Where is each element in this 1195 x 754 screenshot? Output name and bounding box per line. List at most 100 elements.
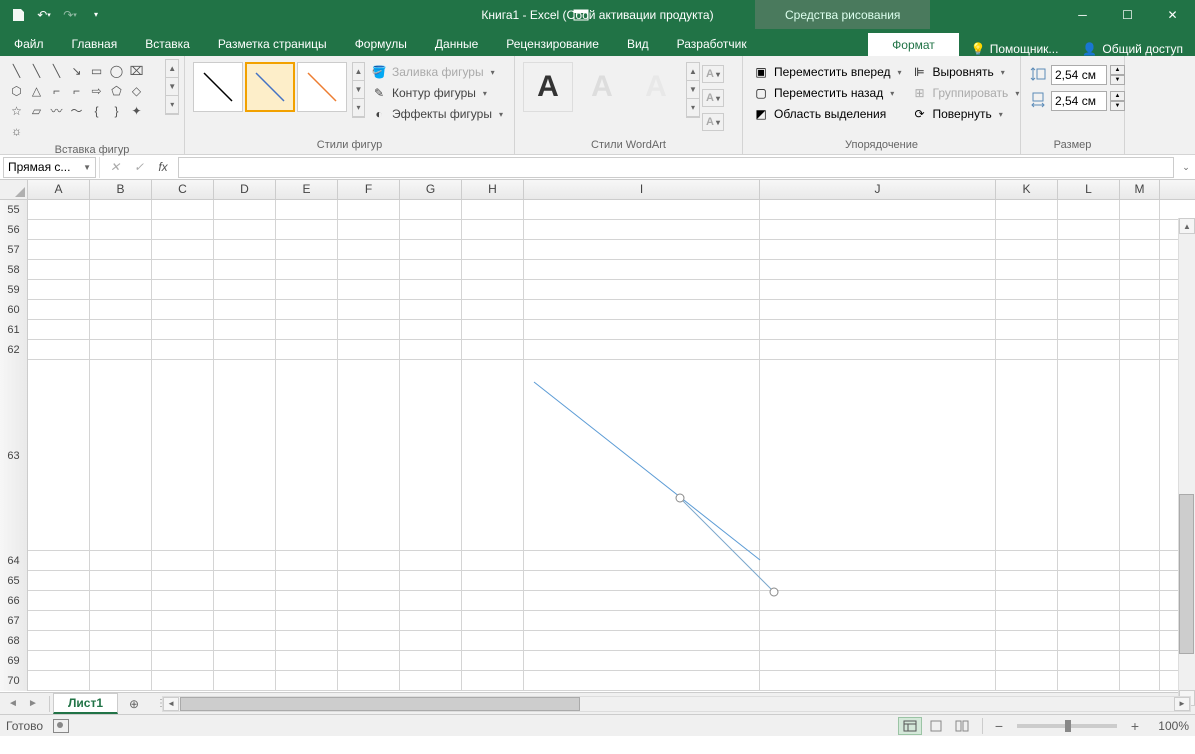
row-header[interactable]: 58: [0, 260, 28, 280]
shape-line-icon[interactable]: ╲: [27, 61, 46, 80]
tab-developer[interactable]: Разработчик: [663, 31, 761, 56]
cell[interactable]: [90, 300, 152, 320]
cell[interactable]: [760, 340, 996, 360]
shape-icon[interactable]: ⬡: [7, 81, 26, 100]
row-header[interactable]: 64: [0, 551, 28, 571]
tab-format[interactable]: Формат: [868, 31, 959, 56]
cell[interactable]: [338, 320, 400, 340]
cell[interactable]: [152, 571, 214, 591]
cell[interactable]: [400, 280, 462, 300]
shape-width-field[interactable]: ▲▼: [1030, 91, 1125, 111]
cell[interactable]: [90, 571, 152, 591]
shape-oval-icon[interactable]: ◯: [107, 61, 126, 80]
cell[interactable]: [996, 240, 1058, 260]
enter-formula-button[interactable]: ✓: [128, 157, 150, 178]
zoom-slider[interactable]: [1017, 724, 1117, 728]
cell[interactable]: [90, 631, 152, 651]
tab-formulas[interactable]: Формулы: [341, 31, 421, 56]
insert-function-button[interactable]: fx: [152, 157, 174, 178]
height-input[interactable]: [1051, 65, 1107, 85]
cell[interactable]: [400, 651, 462, 671]
shape-line-icon[interactable]: ╲: [7, 61, 26, 80]
redo-button[interactable]: ↷▾: [58, 3, 82, 27]
cell[interactable]: [276, 671, 338, 691]
cell[interactable]: [524, 320, 760, 340]
cell[interactable]: [152, 611, 214, 631]
cell[interactable]: [1058, 551, 1120, 571]
shape-height-field[interactable]: ▲▼: [1030, 65, 1125, 85]
cell[interactable]: [214, 300, 276, 320]
cell[interactable]: [524, 280, 760, 300]
cell[interactable]: [400, 300, 462, 320]
cell[interactable]: [462, 551, 524, 571]
cell[interactable]: [462, 300, 524, 320]
cell[interactable]: [152, 200, 214, 220]
row-header[interactable]: 61: [0, 320, 28, 340]
cell[interactable]: [462, 571, 524, 591]
rotate-button[interactable]: ⟳Повернуть▾: [909, 104, 1023, 124]
cell[interactable]: [1120, 260, 1160, 280]
cell[interactable]: [1058, 591, 1120, 611]
cell[interactable]: [214, 340, 276, 360]
view-pagelayout-button[interactable]: [924, 717, 948, 735]
scroll-right-button[interactable]: ►: [1174, 697, 1190, 711]
wordart-gallery[interactable]: А А А: [520, 59, 684, 115]
row-header[interactable]: 56: [0, 220, 28, 240]
cell[interactable]: [214, 360, 276, 551]
row-header[interactable]: 57: [0, 240, 28, 260]
cell[interactable]: [760, 631, 996, 651]
save-button[interactable]: [6, 3, 30, 27]
cell[interactable]: [214, 200, 276, 220]
cell[interactable]: [338, 651, 400, 671]
cell[interactable]: [462, 651, 524, 671]
row-header[interactable]: 63: [0, 360, 28, 551]
cell[interactable]: [152, 671, 214, 691]
row-header[interactable]: 60: [0, 300, 28, 320]
macro-record-icon[interactable]: [53, 719, 69, 733]
cell[interactable]: [1058, 631, 1120, 651]
cell[interactable]: [214, 591, 276, 611]
row-header[interactable]: 67: [0, 611, 28, 631]
shape-brace-icon[interactable]: {: [87, 101, 106, 120]
shape-star-icon[interactable]: ✦: [127, 101, 146, 120]
new-sheet-button[interactable]: ⊕: [122, 694, 146, 714]
name-box[interactable]: Прямая с...▼: [3, 157, 96, 178]
cell[interactable]: [214, 631, 276, 651]
cell[interactable]: [90, 340, 152, 360]
text-outline-button[interactable]: A▾: [702, 89, 724, 107]
cell[interactable]: [338, 571, 400, 591]
cell[interactable]: [152, 240, 214, 260]
cell[interactable]: [152, 631, 214, 651]
cell[interactable]: [1058, 200, 1120, 220]
cell[interactable]: [996, 571, 1058, 591]
row-header[interactable]: 66: [0, 591, 28, 611]
row-header[interactable]: 55: [0, 200, 28, 220]
cell[interactable]: [28, 280, 90, 300]
cell[interactable]: [276, 260, 338, 280]
cell[interactable]: [1120, 280, 1160, 300]
cell[interactable]: [90, 260, 152, 280]
cell[interactable]: [760, 300, 996, 320]
row-header[interactable]: 59: [0, 280, 28, 300]
shape-arrow-icon[interactable]: ⇨: [87, 81, 106, 100]
expand-formula-bar[interactable]: ⌄: [1177, 157, 1195, 178]
scroll-up-button[interactable]: ▲: [1179, 218, 1195, 234]
cell[interactable]: [338, 240, 400, 260]
cell[interactable]: [524, 200, 760, 220]
cell[interactable]: [996, 260, 1058, 280]
sheet-nav-next[interactable]: ►: [24, 695, 42, 713]
cell[interactable]: [152, 220, 214, 240]
cell[interactable]: [996, 591, 1058, 611]
cell[interactable]: [400, 340, 462, 360]
shape-curve-icon[interactable]: 〜: [67, 101, 86, 120]
cell[interactable]: [400, 220, 462, 240]
cell[interactable]: [276, 200, 338, 220]
shape-styles-gallery[interactable]: [190, 59, 350, 115]
minimize-button[interactable]: ─: [1060, 0, 1105, 29]
cell[interactable]: [214, 280, 276, 300]
cell[interactable]: [462, 260, 524, 280]
cell[interactable]: [996, 611, 1058, 631]
cell[interactable]: [524, 300, 760, 320]
cell[interactable]: [152, 651, 214, 671]
cell[interactable]: [1120, 300, 1160, 320]
